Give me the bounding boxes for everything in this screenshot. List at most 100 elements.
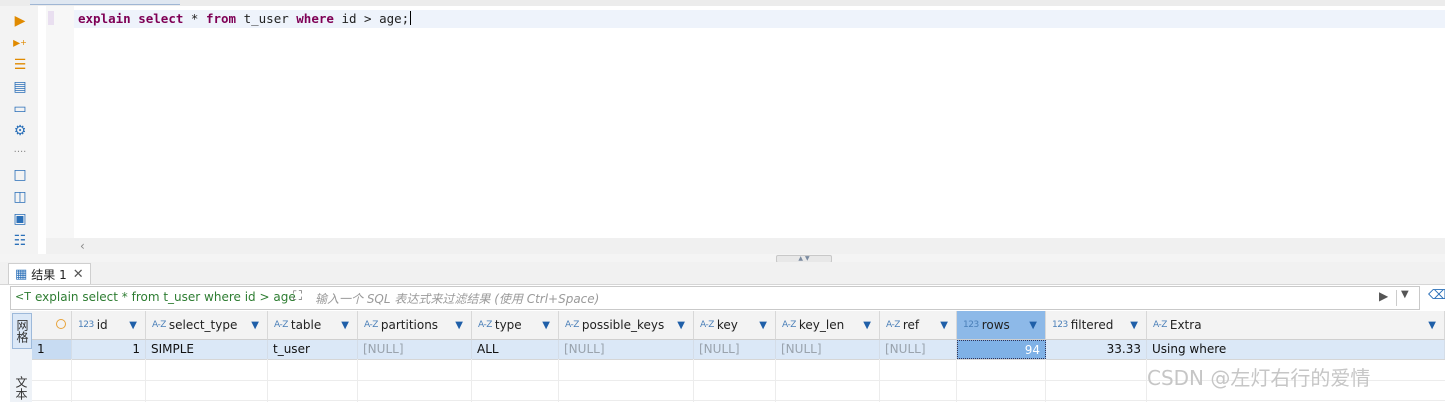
column-header-ref[interactable]: A-Z ref ▼ <box>880 311 957 340</box>
side-tab-text[interactable]: 文本 <box>12 373 30 402</box>
table-cell-id[interactable]: 1 <box>72 340 146 359</box>
apply-filter-icon[interactable]: ▶ <box>1379 289 1388 303</box>
editor-left-toolbar: ▶ ▸ + ☰ ▤ ▭ ⚙ ···· □ ◫ ▣ ☷ <box>0 6 38 258</box>
column-type-icon: 123 <box>78 320 94 330</box>
editor-horizontal-scrollbar[interactable]: ‹ <box>46 238 1445 254</box>
sql-editor[interactable]: explain select * from t_user where id > … <box>46 6 1445 238</box>
table-cell-key-len[interactable]: [NULL] <box>776 340 880 359</box>
column-filter-dropdown-icon[interactable]: ▼ <box>759 320 767 331</box>
column-type-icon: 123 <box>1052 320 1068 330</box>
table-row[interactable]: 1 1 SIMPLE t_user [NULL] ALL [NULL] [NULL] [NULL… <box>32 340 1445 360</box>
column-filter-dropdown-icon[interactable]: ▼ <box>542 320 550 331</box>
side-tab-text-label: 文本 <box>14 375 28 400</box>
more-icon[interactable]: ···· <box>10 144 30 162</box>
column-header-key[interactable]: A-Z key ▼ <box>694 311 776 340</box>
column-filter-dropdown-icon[interactable]: ▼ <box>1029 320 1037 331</box>
execute-script-icon[interactable]: ☰ <box>10 56 30 74</box>
query-icon: <T <box>15 290 31 303</box>
column-header-rows[interactable]: 123 rows ▼ <box>957 311 1046 340</box>
column-header-possible-keys[interactable]: A-Z possible_keys ▼ <box>559 311 694 340</box>
expand-icon[interactable]: ⛶ <box>293 289 302 304</box>
column-header-key-len[interactable]: A-Z key_len ▼ <box>776 311 880 340</box>
filter-separator <box>1396 290 1397 306</box>
table-cell-table[interactable]: t_user <box>268 340 358 359</box>
settings-icon[interactable]: ⚙ <box>10 122 30 140</box>
grid-column-divider <box>357 359 358 402</box>
editor-tab-fragment[interactable] <box>30 0 180 5</box>
column-filter-dropdown-icon[interactable]: ▼ <box>940 320 948 331</box>
table-cell-rows[interactable]: 94 <box>957 340 1046 359</box>
scroll-left-icon[interactable]: ‹ <box>80 238 85 254</box>
panel-splitter[interactable]: ▲ ▼ <box>0 254 1445 263</box>
table-cell-possible-keys[interactable]: [NULL] <box>559 340 694 359</box>
grid-column-divider <box>1045 359 1046 402</box>
column-header-filtered[interactable]: 123 filtered ▼ <box>1046 311 1147 340</box>
grid-column-divider <box>693 359 694 402</box>
column-header-type[interactable]: A-Z type ▼ <box>472 311 559 340</box>
column-filter-dropdown-icon[interactable]: ▼ <box>341 320 349 331</box>
column-filter-dropdown-icon[interactable]: ▼ <box>129 320 137 331</box>
table-cell-key[interactable]: [NULL] <box>694 340 776 359</box>
grid-column-divider <box>71 359 72 402</box>
column-type-icon: A-Z <box>152 320 166 330</box>
outline-icon[interactable]: ☷ <box>10 232 30 250</box>
filter-history-dropdown-icon[interactable]: ▼ <box>1401 289 1409 300</box>
table-cell-type[interactable]: ALL <box>472 340 559 359</box>
sql-keyword: from <box>205 11 237 26</box>
column-header-label: table <box>290 318 322 332</box>
sql-text: * <box>183 11 206 26</box>
column-header-label: partitions <box>380 318 439 332</box>
close-icon[interactable]: ✕ <box>73 267 84 282</box>
sql-text: id > age; <box>333 11 410 26</box>
column-type-icon: A-Z <box>364 320 378 330</box>
table-cell-ref[interactable]: [NULL] <box>880 340 957 359</box>
filter-input[interactable]: 输入一个 SQL 表达式来过滤结果 (使用 Ctrl+Space) <box>315 290 599 307</box>
column-header-table[interactable]: A-Z table ▼ <box>268 311 358 340</box>
table-cell-extra[interactable]: Using where <box>1147 340 1445 359</box>
select-all-icon[interactable] <box>56 319 66 329</box>
side-tab-grid[interactable]: 网格 <box>12 313 32 349</box>
column-header-partitions[interactable]: A-Z partitions ▼ <box>358 311 472 340</box>
execute-statement-icon[interactable]: ▶ <box>10 12 30 30</box>
grid-column-divider <box>145 359 146 402</box>
column-type-icon: A-Z <box>782 320 796 330</box>
column-header-extra[interactable]: A-Z Extra ▼ <box>1147 311 1445 340</box>
execute-statement-new-tab-icon[interactable]: ▸ + <box>10 34 30 52</box>
grid-column-divider <box>267 359 268 402</box>
column-filter-dropdown-icon[interactable]: ▼ <box>677 320 685 331</box>
column-header-select-type[interactable]: A-Z select_type ▼ <box>146 311 268 340</box>
column-header-id[interactable]: 123 id ▼ <box>72 311 146 340</box>
results-tabbar: ▦ 结果 1 ✕ <box>0 262 1445 285</box>
column-type-icon: A-Z <box>565 320 579 330</box>
column-header-label: rows <box>981 318 1010 332</box>
column-filter-dropdown-icon[interactable]: ▼ <box>455 320 463 331</box>
export-icon[interactable]: ▣ <box>10 210 30 228</box>
result-filter-bar[interactable]: <T explain select * from t_user where id… <box>10 286 1420 310</box>
column-header-label: filtered <box>1070 318 1114 332</box>
sql-keyword: explain <box>78 11 131 26</box>
table-cell-select-type[interactable]: SIMPLE <box>146 340 268 359</box>
column-filter-dropdown-icon[interactable]: ▼ <box>251 320 259 331</box>
table-cell-partitions[interactable]: [NULL] <box>358 340 472 359</box>
tab-result-1[interactable]: ▦ 结果 1 ✕ <box>8 263 91 284</box>
table-cell-filtered[interactable]: 33.33 <box>1046 340 1147 359</box>
row-number[interactable]: 1 <box>32 340 72 359</box>
sql-statement[interactable]: explain select * from t_user where id > … <box>78 11 412 27</box>
console-icon[interactable]: ▭ <box>10 100 30 118</box>
explain-plan-icon[interactable]: ▤ <box>10 78 30 96</box>
column-type-icon: A-Z <box>478 320 492 330</box>
column-filter-dropdown-icon[interactable]: ▼ <box>1130 320 1138 331</box>
open-script-icon[interactable]: ◫ <box>10 188 30 206</box>
column-filter-dropdown-icon[interactable]: ▼ <box>1428 320 1436 331</box>
editor-gutter <box>46 6 74 238</box>
row-header-corner[interactable] <box>32 311 72 340</box>
watermark: CSDN @左灯右行的爱情 <box>1147 366 1371 390</box>
filter-query-text: explain select * from t_user where id > … <box>35 290 296 304</box>
side-tab-grid-label: 网格 <box>15 319 29 343</box>
column-header-label: key <box>716 318 738 332</box>
grid-column-divider <box>558 359 559 402</box>
new-script-icon[interactable]: □ <box>10 166 30 184</box>
clear-filter-icon[interactable]: ⌫ <box>1428 288 1445 303</box>
column-filter-dropdown-icon[interactable]: ▼ <box>863 320 871 331</box>
grid-column-divider <box>471 359 472 402</box>
